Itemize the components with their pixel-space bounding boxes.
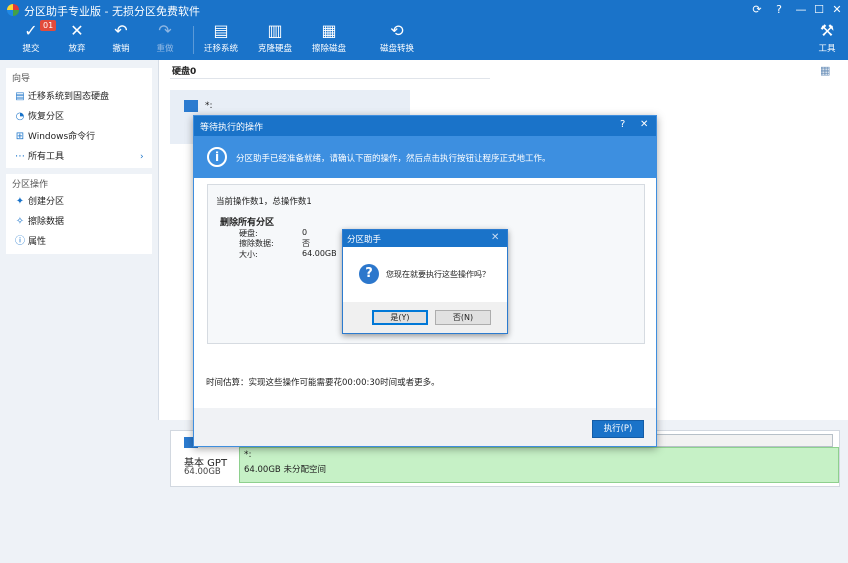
execute-button[interactable]: 执行(P) (592, 420, 644, 438)
sidebar-item-all-tools[interactable]: ⋯ 所有工具 › (12, 148, 152, 166)
recover-partition-icon: ◔ (15, 111, 25, 122)
sidebar-item-wipe-data[interactable]: ✧ 擦除数据 (12, 213, 152, 231)
tools-button[interactable]: ⚒ 工具 (804, 20, 848, 60)
disk-capacity: 64.00GB (184, 467, 221, 477)
info-text: 分区助手已经准备就绪，请确认下面的操作，然后点击执行按钮让程序正式地工作。 (236, 154, 551, 164)
toolbar-divider (193, 26, 194, 54)
refresh-icon[interactable]: ⟳ (748, 2, 766, 18)
dialog-titlebar (194, 116, 656, 136)
disk-divider (170, 78, 490, 79)
no-button[interactable]: 否(N) (435, 310, 491, 325)
wrench-icon: ⚒ (819, 21, 835, 40)
sidebar-item-create-partition[interactable]: ✦ 创建分区 (12, 193, 152, 211)
discard-button[interactable]: ✕ 放弃 (54, 20, 100, 60)
unallocated-partition[interactable] (239, 447, 839, 483)
op-field-value: 否 (302, 239, 310, 248)
chevron-right-icon: › (140, 152, 144, 162)
clone-disk-button[interactable]: ▥ 克隆硬盘 (252, 20, 298, 60)
redo-icon: ↷ (158, 21, 172, 40)
partition-name: *: (244, 450, 252, 460)
maximize-button[interactable]: ☐ (810, 2, 828, 18)
wipe-disk-icon: ▦ (321, 21, 337, 40)
op-field-value: 0 (302, 228, 308, 237)
more-icon: ⋯ (15, 151, 25, 162)
undo-icon: ↶ (114, 21, 128, 40)
window-title: 分区助手专业版 - 无损分区免费软件 (24, 5, 200, 18)
migrate-os-icon: ▤ (213, 21, 229, 40)
info-icon: i (207, 147, 227, 167)
yes-button[interactable]: 是(Y) (372, 310, 428, 325)
sidebar-item-properties[interactable]: ⓘ 属性 (12, 233, 152, 251)
dialog-help-icon[interactable]: ? (620, 119, 625, 130)
wipe-data-icon: ✧ (15, 216, 25, 227)
op-field-value: 64.00GB (302, 249, 337, 258)
confirm-title: 分区助手 (347, 235, 382, 245)
info-icon: ⓘ (15, 236, 25, 247)
confirm-close-button[interactable]: ✕ (491, 232, 499, 243)
view-toggle-icon[interactable]: ▦ (820, 64, 830, 77)
sidebar-item-migrate-ssd[interactable]: ▤ 迁移系统到固态硬盘 (12, 88, 152, 106)
migrate-ssd-icon: ▤ (15, 91, 25, 102)
create-partition-icon: ✦ (15, 196, 25, 207)
disk-label: 硬盘0 (172, 67, 197, 77)
confirm-dialog: 分区助手 ✕ ? 您现在就要执行这些操作吗？ 是(Y) 否(N) (342, 229, 508, 334)
wipe-disk-button[interactable]: ▦ 擦除磁盘 (306, 20, 352, 60)
partition-description: 64.00GB 未分配空间 (244, 465, 326, 475)
undo-button[interactable]: ↶ 撤销 (98, 20, 144, 60)
dialog-footer (194, 408, 656, 446)
convert-disk-icon: ⟲ (390, 21, 404, 40)
windows-icon: ⊞ (15, 131, 25, 142)
op-field-key: 擦除数据: (239, 239, 274, 248)
time-estimate: 时间估算：实现这些操作可能需要花00:00:30时间或者更多。 (206, 378, 440, 388)
redo-button[interactable]: ↷ 重做 (142, 20, 188, 60)
sidebar-item-recover-partition[interactable]: ◔ 恢复分区 (12, 108, 152, 126)
dialog-close-button[interactable]: ✕ (640, 119, 648, 130)
clone-disk-icon: ▥ (267, 21, 283, 40)
help-icon[interactable]: ? (770, 2, 788, 18)
disk-icon (184, 100, 198, 112)
op-field-key: 大小: (239, 250, 258, 259)
migrate-os-button[interactable]: ▤ 迁移系统 (198, 20, 244, 60)
partition-ops-heading: 分区操作 (12, 180, 49, 190)
discard-icon: ✕ (70, 21, 84, 40)
minimize-button[interactable]: — (792, 2, 810, 18)
operation-title: 删除所有分区 (220, 218, 275, 228)
sidebar-item-windows-cmd[interactable]: ⊞ Windows命令行 (12, 128, 152, 146)
convert-disk-button[interactable]: ⟲ 磁盘转换 (374, 20, 420, 60)
app-logo-icon (7, 4, 19, 16)
question-icon: ? (359, 264, 379, 284)
operation-summary: 当前操作数1，总操作数1 (216, 197, 312, 207)
close-button[interactable]: ✕ (828, 2, 846, 18)
wizard-heading: 向导 (12, 74, 31, 84)
dialog-title: 等待执行的操作 (200, 123, 264, 133)
confirm-question: 您现在就要执行这些操作吗？ (386, 270, 490, 279)
partition-name: *: (205, 101, 213, 111)
